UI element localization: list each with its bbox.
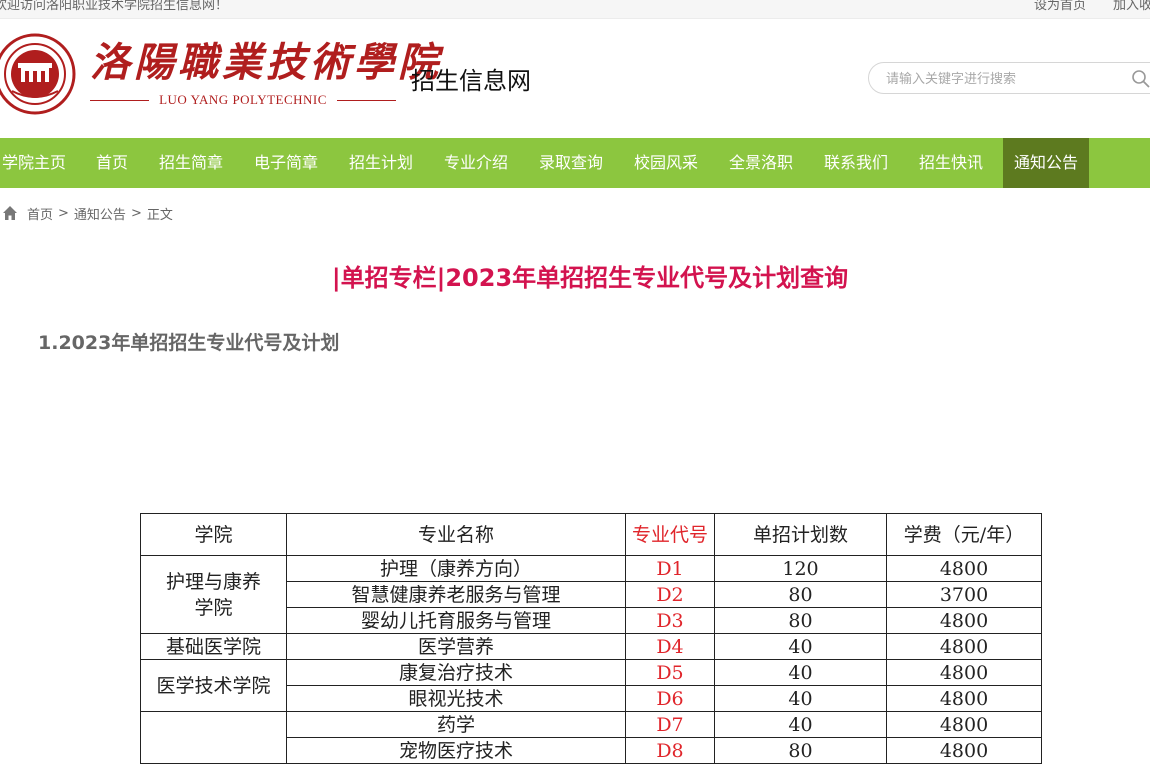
section-heading: 1.2023年单招招生专业代号及计划 — [38, 332, 340, 354]
plan-cell: 120 — [714, 555, 887, 582]
plan-cell: 80 — [714, 607, 887, 634]
breadcrumb-separator: > — [130, 205, 142, 221]
major-cell: 宠物医疗技术 — [286, 737, 626, 764]
table-row: 护理与康养学院 护理（康养方向） D1 120 4800 — [140, 555, 1042, 634]
plan-cell: 80 — [714, 737, 887, 764]
code-cell: D3 — [625, 607, 715, 634]
logo-english-line: LUO YANG POLYTECHNIC — [90, 91, 397, 109]
fee-cell: 4800 — [886, 711, 1042, 738]
breadcrumb-separator: > — [58, 205, 69, 221]
header-plan: 单招计划数 — [714, 513, 887, 556]
set-home-link[interactable]: 设为首页 — [1034, 0, 1086, 12]
code-cell: D7 — [625, 711, 715, 738]
major-cell: 药学 — [286, 711, 626, 738]
major-cell: 智慧健康养老服务与管理 — [286, 581, 626, 608]
college-cell — [140, 711, 287, 764]
nav-item-home[interactable]: 首页 — [80, 138, 144, 188]
search-box — [868, 62, 1150, 94]
code-cell: D8 — [625, 737, 715, 764]
logo-english-name: LUO YANG POLYTECHNIC — [159, 92, 327, 107]
breadcrumb: 首页 > 通知公告 > 正文 — [2, 203, 173, 223]
header-code: 专业代号 — [625, 513, 715, 556]
plan-cell: 40 — [714, 711, 887, 738]
admission-plan-table: 学院 专业名称 专业代号 单招计划数 学费（元/年） 护理与康养学院 护理（康养… — [140, 513, 1042, 764]
college-cell: 医学技术学院 — [140, 659, 287, 712]
college-emblem[interactable] — [0, 33, 76, 115]
major-cell: 婴幼儿托育服务与管理 — [286, 607, 626, 634]
fee-cell: 3700 — [886, 581, 1042, 608]
nav-item-e-brochure[interactable]: 电子简章 — [250, 138, 322, 188]
site-name: 招生信息网 — [411, 67, 531, 95]
search-icon[interactable] — [1131, 69, 1150, 89]
nav-item-campus-style[interactable]: 校园风采 — [630, 138, 702, 188]
breadcrumb-home[interactable]: 首页 — [27, 204, 53, 223]
nav-item-notices[interactable]: 通知公告 — [1003, 138, 1089, 188]
logo-rule-right — [336, 99, 397, 101]
site-header: 洛陽職業技術學院 LUO YANG POLYTECHNIC 招生信息网 — [0, 19, 1150, 137]
major-cell: 医学营养 — [286, 633, 626, 660]
fee-cell: 4800 — [886, 555, 1042, 582]
major-cell: 护理（康养方向） — [286, 555, 626, 582]
home-icon — [3, 206, 17, 220]
nav-item-college-home[interactable]: 学院主页 — [0, 138, 68, 188]
fee-cell: 4800 — [886, 607, 1042, 634]
major-cell: 康复治疗技术 — [286, 659, 626, 686]
main-nav: 学院主页 首页 招生简章 电子简章 招生计划 专业介绍 录取查询 校园风采 全景… — [0, 138, 1150, 188]
search-input[interactable] — [884, 69, 1118, 89]
nav-item-news[interactable]: 招生快讯 — [915, 138, 987, 188]
college-logo-name[interactable]: 洛陽職業技術學院 — [90, 41, 442, 85]
nav-item-admission-plan[interactable]: 招生计划 — [345, 138, 417, 188]
nav-item-majors[interactable]: 专业介绍 — [440, 138, 512, 188]
code-cell: D5 — [625, 659, 715, 686]
fee-cell: 4800 — [886, 737, 1042, 764]
plan-cell: 40 — [714, 633, 887, 660]
nav-item-admission-query[interactable]: 录取查询 — [535, 138, 607, 188]
top-bar: 欢迎访问洛阳职业技术学院招生信息网！ 设为首页 加入收藏 — [0, 0, 1150, 19]
major-cell: 眼视光技术 — [286, 685, 626, 712]
header-college: 学院 — [140, 513, 287, 556]
logo-rule-left — [90, 99, 150, 101]
nav-item-contact[interactable]: 联系我们 — [820, 138, 892, 188]
code-cell: D1 — [625, 555, 715, 582]
table-row: 医学技术学院 康复治疗技术 D5 40 4800 — [140, 659, 1042, 712]
nav-item-admission-brochure[interactable]: 招生简章 — [155, 138, 227, 188]
plan-cell: 40 — [714, 659, 887, 686]
code-cell: D4 — [625, 633, 715, 660]
header-fee: 学费（元/年） — [886, 513, 1042, 556]
fee-cell: 4800 — [886, 685, 1042, 712]
nav-item-panorama[interactable]: 全景洛职 — [725, 138, 797, 188]
college-cell: 基础医学院 — [140, 633, 287, 660]
welcome-text: 欢迎访问洛阳职业技术学院招生信息网！ — [0, 0, 229, 13]
article-title: |单招专栏|2023年单招招生专业代号及计划查询 — [331, 264, 849, 292]
table-header-row: 学院 专业名称 专业代号 单招计划数 学费（元/年） — [140, 513, 1042, 556]
breadcrumb-notices[interactable]: 通知公告 — [74, 204, 126, 223]
fee-cell: 4800 — [886, 659, 1042, 686]
table-row: 基础医学院 医学营养 D4 40 4800 — [140, 633, 1042, 660]
college-cell: 护理与康养学院 — [140, 555, 287, 634]
add-favorite-link[interactable]: 加入收藏 — [1113, 0, 1150, 12]
code-cell: D2 — [625, 581, 715, 608]
plan-cell: 80 — [714, 581, 887, 608]
plan-cell: 40 — [714, 685, 887, 712]
fee-cell: 4800 — [886, 633, 1042, 660]
table-row: 药学 D7 40 4800 — [140, 711, 1042, 764]
header-major: 专业名称 — [286, 513, 626, 556]
code-cell: D6 — [625, 685, 715, 712]
breadcrumb-current: 正文 — [146, 207, 173, 223]
